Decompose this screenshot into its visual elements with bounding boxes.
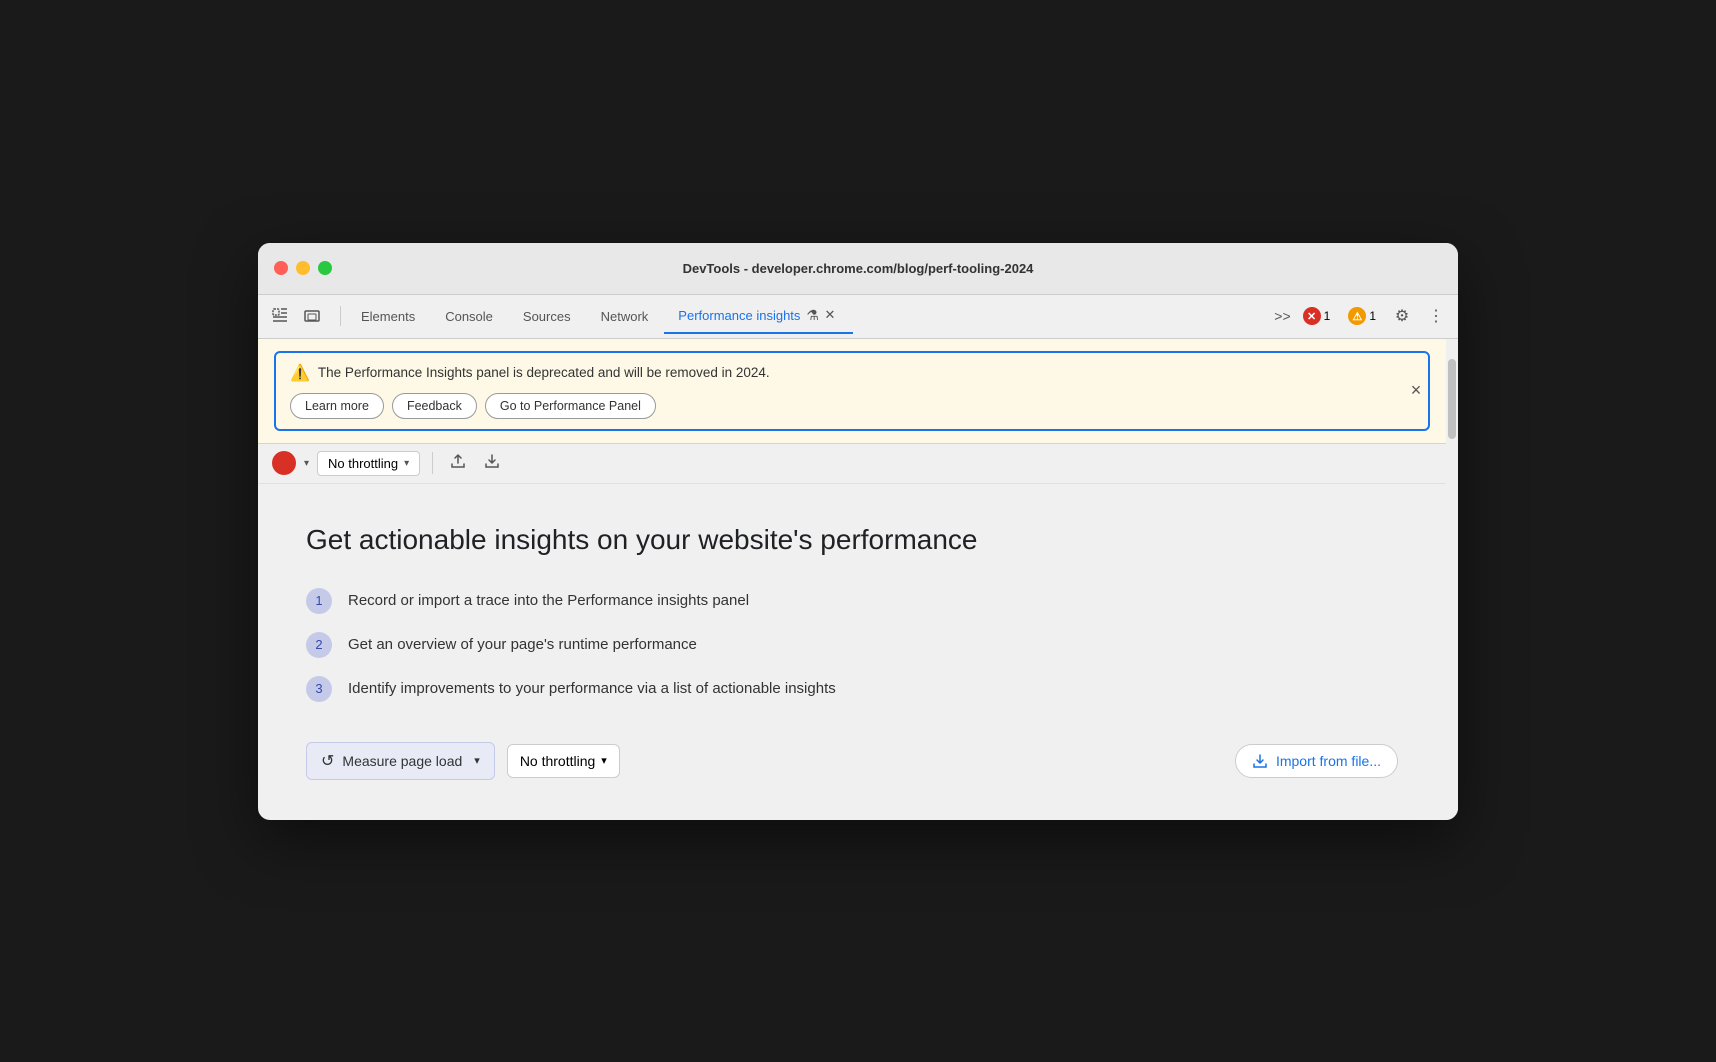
close-button[interactable] xyxy=(274,261,288,275)
maximize-button[interactable] xyxy=(318,261,332,275)
warning-badge-button[interactable]: ⚠ 1 xyxy=(1342,305,1382,327)
step-item: 3 Identify improvements to your performa… xyxy=(306,676,1398,702)
tab-separator xyxy=(340,306,341,326)
window-controls xyxy=(274,261,332,275)
devtools-icons xyxy=(266,302,326,330)
refresh-icon: ↺ xyxy=(321,751,334,771)
step-text-3: Identify improvements to your performanc… xyxy=(348,680,836,697)
performance-toolbar: ▾ No throttling ▾ xyxy=(258,444,1446,484)
tab-performance-insights[interactable]: Performance insights ⚗ ✕ xyxy=(664,298,853,334)
warning-text: The Performance Insights panel is deprec… xyxy=(318,365,770,380)
tab-elements[interactable]: Elements xyxy=(347,298,429,334)
scrollbar[interactable] xyxy=(1446,339,1458,820)
more-options-button[interactable]: ⋮ xyxy=(1422,302,1450,330)
error-badge-button[interactable]: ✕ 1 xyxy=(1297,305,1337,327)
tab-sources[interactable]: Sources xyxy=(509,298,585,334)
tab-close-button[interactable]: ✕ xyxy=(821,306,839,324)
tab-console[interactable]: Console xyxy=(431,298,507,334)
toolbar-separator xyxy=(432,452,433,474)
measure-page-load-button[interactable]: ↺ Measure page load ▾ xyxy=(306,742,495,780)
step-item: 2 Get an overview of your page's runtime… xyxy=(306,632,1398,658)
titlebar: DevTools - developer.chrome.com/blog/per… xyxy=(258,243,1458,295)
inspect-element-button[interactable] xyxy=(266,302,294,330)
devtools-main: ⚠️ The Performance Insights panel is dep… xyxy=(258,339,1446,820)
step-item: 1 Record or import a trace into the Perf… xyxy=(306,588,1398,614)
record-button[interactable] xyxy=(272,451,296,475)
steps-list: 1 Record or import a trace into the Perf… xyxy=(306,588,1398,702)
import-from-file-button[interactable]: Import from file... xyxy=(1235,744,1398,778)
export-button[interactable] xyxy=(445,450,471,477)
learn-more-button[interactable]: Learn more xyxy=(290,393,384,419)
step-text-1: Record or import a trace into the Perfor… xyxy=(348,592,749,609)
devtools-window: DevTools - developer.chrome.com/blog/per… xyxy=(258,243,1458,820)
warning-close-button[interactable]: × xyxy=(1402,377,1430,405)
main-content: Get actionable insights on your website'… xyxy=(258,484,1446,820)
warning-icon: ⚠ xyxy=(1348,307,1366,325)
tabbar: Elements Console Sources Network Perform… xyxy=(258,295,1458,339)
go-to-performance-panel-button[interactable]: Go to Performance Panel xyxy=(485,393,656,419)
step-number-2: 2 xyxy=(306,632,332,658)
throttle-select-main[interactable]: No throttling ▾ xyxy=(507,744,620,778)
feedback-button[interactable]: Feedback xyxy=(392,393,477,419)
minimize-button[interactable] xyxy=(296,261,310,275)
warning-buttons: Learn more Feedback Go to Performance Pa… xyxy=(290,393,1414,419)
step-number-3: 3 xyxy=(306,676,332,702)
record-dropdown-arrow[interactable]: ▾ xyxy=(304,458,309,469)
action-row: ↺ Measure page load ▾ No throttling ▾ Im xyxy=(306,742,1398,780)
settings-button[interactable]: ⚙ xyxy=(1388,302,1416,330)
device-mode-button[interactable] xyxy=(298,302,326,330)
content-area: ⚠️ The Performance Insights panel is dep… xyxy=(258,339,1458,820)
window-title: DevTools - developer.chrome.com/blog/per… xyxy=(683,261,1034,276)
throttle-select-toolbar[interactable]: No throttling ▾ xyxy=(317,451,420,476)
warning-triangle-icon: ⚠️ xyxy=(290,363,310,383)
tabbar-right: >> ✕ 1 ⚠ 1 ⚙ ⋮ xyxy=(1274,302,1450,330)
scroll-thumb[interactable] xyxy=(1448,359,1456,439)
more-tabs-button[interactable]: >> xyxy=(1274,308,1290,324)
warning-banner: ⚠️ The Performance Insights panel is dep… xyxy=(258,339,1446,444)
step-number-1: 1 xyxy=(306,588,332,614)
page-title: Get actionable insights on your website'… xyxy=(306,524,1398,556)
error-icon: ✕ xyxy=(1303,307,1321,325)
import-toolbar-button[interactable] xyxy=(479,450,505,477)
warning-text-row: ⚠️ The Performance Insights panel is dep… xyxy=(290,363,1414,383)
warning-box: ⚠️ The Performance Insights panel is dep… xyxy=(274,351,1430,431)
tab-network[interactable]: Network xyxy=(587,298,663,334)
step-text-2: Get an overview of your page's runtime p… xyxy=(348,636,697,653)
